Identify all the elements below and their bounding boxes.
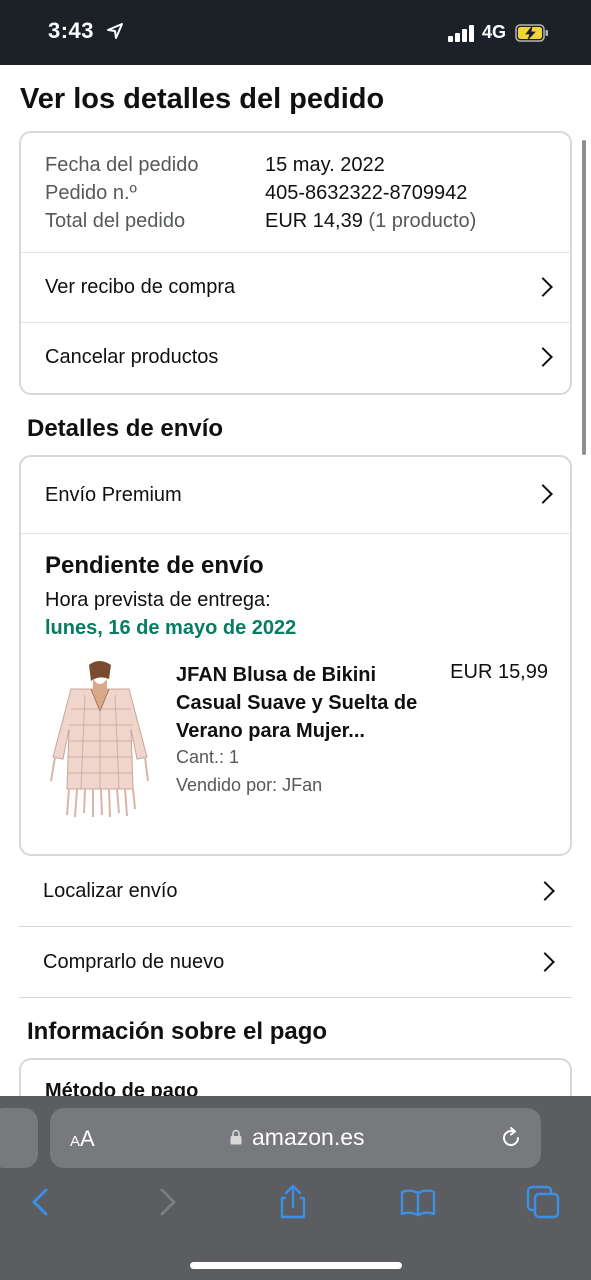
tabs-icon[interactable] bbox=[525, 1184, 561, 1220]
status-time: 3:43 bbox=[48, 18, 95, 43]
previous-tab-preview[interactable] bbox=[0, 1108, 38, 1168]
product-price: EUR 15,99 bbox=[450, 661, 548, 683]
battery-icon bbox=[515, 24, 548, 42]
order-number-value: 405-8632322-8709942 bbox=[265, 182, 468, 204]
cancel-products-link[interactable]: Cancelar productos bbox=[21, 322, 570, 392]
share-icon[interactable] bbox=[275, 1184, 311, 1220]
chevron-right-icon bbox=[533, 484, 553, 504]
payment-section-title: Información sobre el pago bbox=[27, 1018, 328, 1045]
network-type: 4G bbox=[482, 22, 507, 42]
forward-icon[interactable] bbox=[150, 1184, 186, 1220]
home-indicator bbox=[190, 1262, 402, 1269]
product-title-link[interactable]: JFAN Blusa de Bikini Casual Suave y Suel… bbox=[176, 661, 431, 745]
chevron-right-icon bbox=[535, 951, 555, 972]
address-bar[interactable]: AA amazon.es bbox=[50, 1108, 541, 1168]
cancel-products-label: Cancelar productos bbox=[45, 346, 219, 368]
order-details-page: Ver los detalles del pedido Fecha del pe… bbox=[0, 65, 591, 1096]
shipment-status: Pendiente de envío bbox=[45, 552, 264, 579]
chevron-right-icon bbox=[533, 346, 553, 367]
product-seller: Vendido por: JFan bbox=[176, 775, 323, 795]
order-number-label: Pedido n.º bbox=[45, 182, 137, 204]
location-arrow-icon bbox=[107, 23, 123, 39]
product-image[interactable] bbox=[47, 659, 151, 821]
signal-icon bbox=[448, 25, 476, 42]
url-text: amazon.es bbox=[252, 1124, 365, 1150]
shipping-section-title: Detalles de envío bbox=[27, 415, 224, 442]
order-summary: Fecha del pedido 15 may. 2022 Pedido n.º… bbox=[45, 151, 476, 235]
browser-toolbar: AA amazon.es bbox=[0, 1096, 591, 1280]
product-quantity: Cant.: 1 bbox=[176, 747, 240, 767]
shipment-card: Envío Premium Pendiente de envío Hora pr… bbox=[19, 455, 572, 856]
payment-card: Método de pago bbox=[19, 1058, 572, 1096]
bookmarks-icon[interactable] bbox=[400, 1184, 436, 1220]
track-shipment-label: Localizar envío bbox=[43, 880, 178, 902]
shipping-method-label: Envío Premium bbox=[45, 483, 182, 506]
buy-again-link[interactable]: Comprarlo de nuevo bbox=[19, 928, 572, 998]
order-total-label: Total del pedido bbox=[45, 210, 186, 232]
reader-settings-button[interactable]: AA bbox=[70, 1126, 95, 1152]
shipping-method-link[interactable]: Envío Premium bbox=[21, 457, 570, 534]
chevron-right-icon bbox=[535, 880, 555, 901]
page-title: Ver los detalles del pedido bbox=[20, 83, 385, 115]
scrollbar[interactable] bbox=[582, 140, 586, 455]
order-total-value: EUR 14,39 bbox=[265, 210, 363, 232]
chevron-right-icon bbox=[533, 276, 553, 297]
buy-again-label: Comprarlo de nuevo bbox=[43, 951, 225, 973]
delivery-estimate-date: lunes, 16 de mayo de 2022 bbox=[45, 617, 297, 639]
lock-icon bbox=[230, 1129, 242, 1145]
track-shipment-link[interactable]: Localizar envío bbox=[19, 857, 572, 927]
order-date-value: 15 may. 2022 bbox=[265, 154, 385, 176]
view-receipt-link[interactable]: Ver recibo de compra bbox=[21, 252, 570, 322]
view-receipt-label: Ver recibo de compra bbox=[45, 276, 236, 298]
back-icon[interactable] bbox=[22, 1184, 58, 1220]
order-item-count: (1 producto) bbox=[368, 210, 477, 232]
order-date-label: Fecha del pedido bbox=[45, 154, 199, 176]
payment-method-label: Método de pago bbox=[45, 1080, 199, 1096]
reload-icon[interactable] bbox=[499, 1126, 523, 1150]
order-summary-card: Fecha del pedido 15 may. 2022 Pedido n.º… bbox=[19, 131, 572, 395]
status-bar: 3:43 4G bbox=[0, 0, 591, 65]
delivery-estimate-label: Hora prevista de entrega: bbox=[45, 589, 271, 611]
